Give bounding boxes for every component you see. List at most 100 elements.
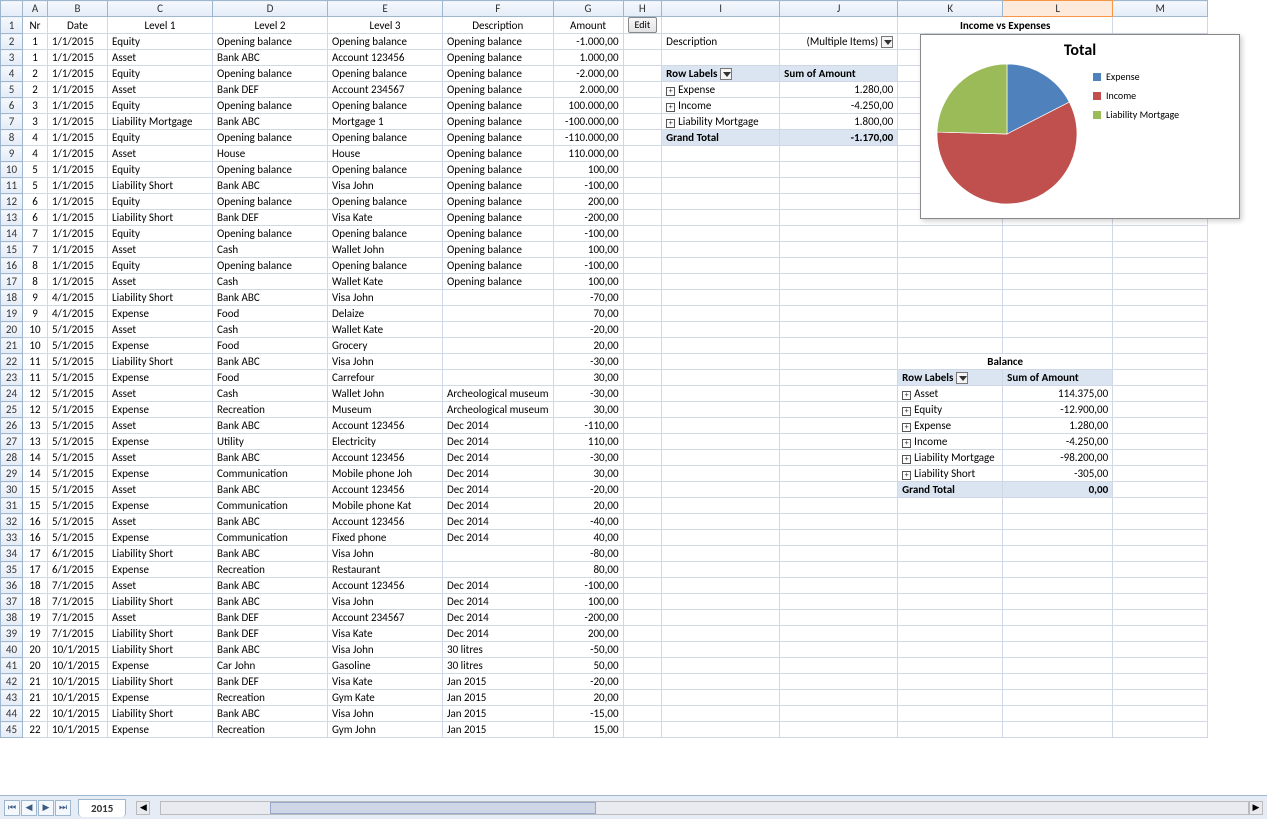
cell-E28[interactable]: Account 123456 <box>328 450 443 466</box>
row-header-25[interactable]: 25 <box>1 402 23 418</box>
row-header-17[interactable]: 17 <box>1 274 23 290</box>
cell-E26[interactable]: Account 123456 <box>328 418 443 434</box>
worksheet-area[interactable]: ABCDEFGHIJKLM1NrDateLevel 1Level 2Level … <box>0 0 1267 795</box>
cell-D21[interactable]: Food <box>213 338 328 354</box>
cell-H30[interactable] <box>623 482 662 498</box>
cell-M43[interactable] <box>1113 690 1208 706</box>
cell-D2[interactable]: Opening balance <box>213 34 328 50</box>
cell-K37[interactable] <box>898 594 1003 610</box>
cell-K21[interactable] <box>898 338 1003 354</box>
cell-A21[interactable]: 10 <box>23 338 48 354</box>
cell-A44[interactable]: 22 <box>23 706 48 722</box>
cell-J28[interactable] <box>780 450 898 466</box>
edit-button[interactable]: Edit <box>628 17 658 33</box>
cell-A37[interactable]: 18 <box>23 594 48 610</box>
cell-M34[interactable] <box>1113 546 1208 562</box>
cell-G44[interactable]: -15,00 <box>553 706 623 722</box>
cell-A18[interactable]: 9 <box>23 290 48 306</box>
cell-I4[interactable]: Row Labels <box>662 66 780 82</box>
cell-L36[interactable] <box>1003 578 1113 594</box>
row-header-20[interactable]: 20 <box>1 322 23 338</box>
cell-L28[interactable]: -98.200,00 <box>1003 450 1113 466</box>
cell-H43[interactable] <box>623 690 662 706</box>
cell-E6[interactable]: Opening balance <box>328 98 443 114</box>
cell-I29[interactable] <box>662 466 780 482</box>
cell-F43[interactable]: Jan 2015 <box>443 690 554 706</box>
row-header-32[interactable]: 32 <box>1 514 23 530</box>
cell-B9[interactable]: 1/1/2015 <box>48 146 108 162</box>
cell-L21[interactable] <box>1003 338 1113 354</box>
cell-J18[interactable] <box>780 290 898 306</box>
cell-D3[interactable]: Bank ABC <box>213 50 328 66</box>
cell-F4[interactable]: Opening balance <box>443 66 554 82</box>
cell-J11[interactable] <box>780 178 898 194</box>
cell-E25[interactable]: Museum <box>328 402 443 418</box>
row-header-1[interactable]: 1 <box>1 17 23 34</box>
cell-H37[interactable] <box>623 594 662 610</box>
cell-H15[interactable] <box>623 242 662 258</box>
cell-I31[interactable] <box>662 498 780 514</box>
cell-E3[interactable]: Account 123456 <box>328 50 443 66</box>
cell-M15[interactable] <box>1113 242 1208 258</box>
cell-A9[interactable]: 4 <box>23 146 48 162</box>
cell-J20[interactable] <box>780 322 898 338</box>
cell-F8[interactable]: Opening balance <box>443 130 554 146</box>
cell-H11[interactable] <box>623 178 662 194</box>
row-header-18[interactable]: 18 <box>1 290 23 306</box>
row-header-34[interactable]: 34 <box>1 546 23 562</box>
cell-A16[interactable]: 8 <box>23 258 48 274</box>
cell-H33[interactable] <box>623 530 662 546</box>
cell-M27[interactable] <box>1113 434 1208 450</box>
cell-J42[interactable] <box>780 674 898 690</box>
cell-K1[interactable]: Income vs Expenses <box>898 17 1113 34</box>
cell-G7[interactable]: -100.000,00 <box>553 114 623 130</box>
cell-K25[interactable]: +Equity <box>898 402 1003 418</box>
row-header-14[interactable]: 14 <box>1 226 23 242</box>
cell-H2[interactable] <box>623 34 662 50</box>
sheet-tab-active[interactable]: 2015 <box>78 799 126 817</box>
cell-H41[interactable] <box>623 658 662 674</box>
cell-K23[interactable]: Row Labels <box>898 370 1003 386</box>
tab-nav-next[interactable]: ▶ <box>38 800 54 816</box>
col-header-J[interactable]: J <box>780 1 898 17</box>
cell-G11[interactable]: -100,00 <box>553 178 623 194</box>
cell-G23[interactable]: 30,00 <box>553 370 623 386</box>
cell-C21[interactable]: Expense <box>108 338 213 354</box>
cell-C27[interactable]: Expense <box>108 434 213 450</box>
cell-E33[interactable]: Fixed phone <box>328 530 443 546</box>
col-header-H[interactable]: H <box>623 1 662 17</box>
cell-A4[interactable]: 2 <box>23 66 48 82</box>
cell-D32[interactable]: Bank ABC <box>213 514 328 530</box>
cell-C25[interactable]: Expense <box>108 402 213 418</box>
cell-H12[interactable] <box>623 194 662 210</box>
cell-I27[interactable] <box>662 434 780 450</box>
cell-E8[interactable]: Opening balance <box>328 130 443 146</box>
cell-B31[interactable]: 5/1/2015 <box>48 498 108 514</box>
cell-F23[interactable] <box>443 370 554 386</box>
cell-F38[interactable]: Dec 2014 <box>443 610 554 626</box>
cell-K35[interactable] <box>898 562 1003 578</box>
cell-F34[interactable] <box>443 546 554 562</box>
cell-K29[interactable]: +Liability Short <box>898 466 1003 482</box>
cell-H5[interactable] <box>623 82 662 98</box>
cell-G21[interactable]: 20,00 <box>553 338 623 354</box>
cell-E45[interactable]: Gym John <box>328 722 443 738</box>
cell-C43[interactable]: Expense <box>108 690 213 706</box>
cell-L41[interactable] <box>1003 658 1113 674</box>
cell-G8[interactable]: -110.000,00 <box>553 130 623 146</box>
pivot-expand-icon[interactable]: + <box>666 87 675 96</box>
cell-D36[interactable]: Bank ABC <box>213 578 328 594</box>
tab-nav-first[interactable]: ⏮ <box>4 800 20 816</box>
cell-M44[interactable] <box>1113 706 1208 722</box>
cell-C41[interactable]: Expense <box>108 658 213 674</box>
cell-C10[interactable]: Equity <box>108 162 213 178</box>
cell-L19[interactable] <box>1003 306 1113 322</box>
row-header-7[interactable]: 7 <box>1 114 23 130</box>
cell-C5[interactable]: Asset <box>108 82 213 98</box>
cell-F33[interactable]: Dec 2014 <box>443 530 554 546</box>
cell-L32[interactable] <box>1003 514 1113 530</box>
cell-F6[interactable]: Opening balance <box>443 98 554 114</box>
cell-I37[interactable] <box>662 594 780 610</box>
cell-J15[interactable] <box>780 242 898 258</box>
cell-H44[interactable] <box>623 706 662 722</box>
